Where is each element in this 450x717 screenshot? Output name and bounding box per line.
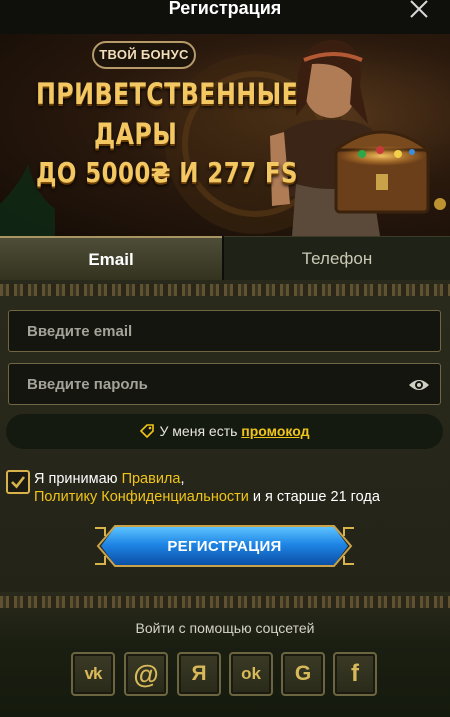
vk-icon: vk <box>84 664 103 683</box>
promo-prefix: У меня есть <box>159 423 242 439</box>
decorative-border-bottom <box>0 596 450 608</box>
email-field-wrapper <box>8 310 441 352</box>
banner-headline-line-3: ДО 5000₴ И 277 FS <box>36 156 298 189</box>
modal-title: Регистрация <box>168 0 282 18</box>
banner-headline-line-1: ПРИВЕТСТВЕННЫЕ <box>36 77 299 111</box>
google-login-button[interactable]: G <box>281 652 325 696</box>
close-icon[interactable] <box>408 0 430 20</box>
eye-icon[interactable] <box>408 376 430 394</box>
registration-method-tabs: Email Телефон <box>0 236 450 280</box>
yandex-login-button[interactable]: Я <box>177 652 221 696</box>
terms-prefix: Я принимаю <box>34 471 122 487</box>
modal-header: Регистрация <box>0 0 450 34</box>
terms-comma: , <box>180 471 185 487</box>
social-login-label: Войти с помощью соцсетей <box>135 620 315 636</box>
yandex-icon: Я <box>191 662 207 685</box>
promo-code-link[interactable]: промокод <box>241 423 309 439</box>
social-login-section: Войти с помощью соцсетей vk @ Я ok G f <box>0 592 450 717</box>
rules-link[interactable]: Правила <box>122 471 181 487</box>
welcome-bonus-banner: ТВОЙ БОНУС ПРИВЕТСТВЕННЫЕ ДАРЫ ДО 5000₴ … <box>0 34 450 236</box>
odnoklassniki-icon: ok <box>241 664 261 683</box>
terms-checkbox[interactable] <box>6 470 30 494</box>
register-button-wrapper: РЕГИСТРАЦИЯ <box>93 522 356 570</box>
mail-icon: @ <box>133 659 159 689</box>
banner-headline-line-2: ДАРЫ <box>94 117 178 151</box>
google-icon: G <box>294 662 312 685</box>
terms-suffix: и я старше 21 года <box>248 489 380 505</box>
checkmark-icon <box>11 476 26 489</box>
privacy-policy-link[interactable]: Политику Конфиденциальности <box>34 489 249 505</box>
email-input[interactable] <box>9 311 440 351</box>
password-field-wrapper <box>8 363 441 405</box>
facebook-icon: f <box>351 660 359 687</box>
terms-text: Я принимаю Правила, Политику Конфиденциа… <box>34 470 380 506</box>
tab-phone[interactable]: Телефон <box>224 236 450 280</box>
odnoklassniki-login-button[interactable]: ok <box>229 652 273 696</box>
decorative-border-top <box>0 284 450 296</box>
register-button[interactable]: РЕГИСТРАЦИЯ <box>101 527 348 565</box>
promo-code-toggle[interactable]: У меня есть промокод <box>6 414 443 449</box>
registration-form: У меня есть промокод Я принимаю Правила,… <box>0 280 450 592</box>
facebook-login-button[interactable]: f <box>333 652 377 696</box>
tab-email[interactable]: Email <box>0 236 222 280</box>
vk-login-button[interactable]: vk <box>71 652 115 696</box>
password-input[interactable] <box>9 364 440 404</box>
bonus-badge: ТВОЙ БОНУС <box>92 41 196 69</box>
banner-artwork <box>0 39 446 236</box>
tag-icon <box>139 424 154 438</box>
mail-login-button[interactable]: @ <box>124 652 168 696</box>
